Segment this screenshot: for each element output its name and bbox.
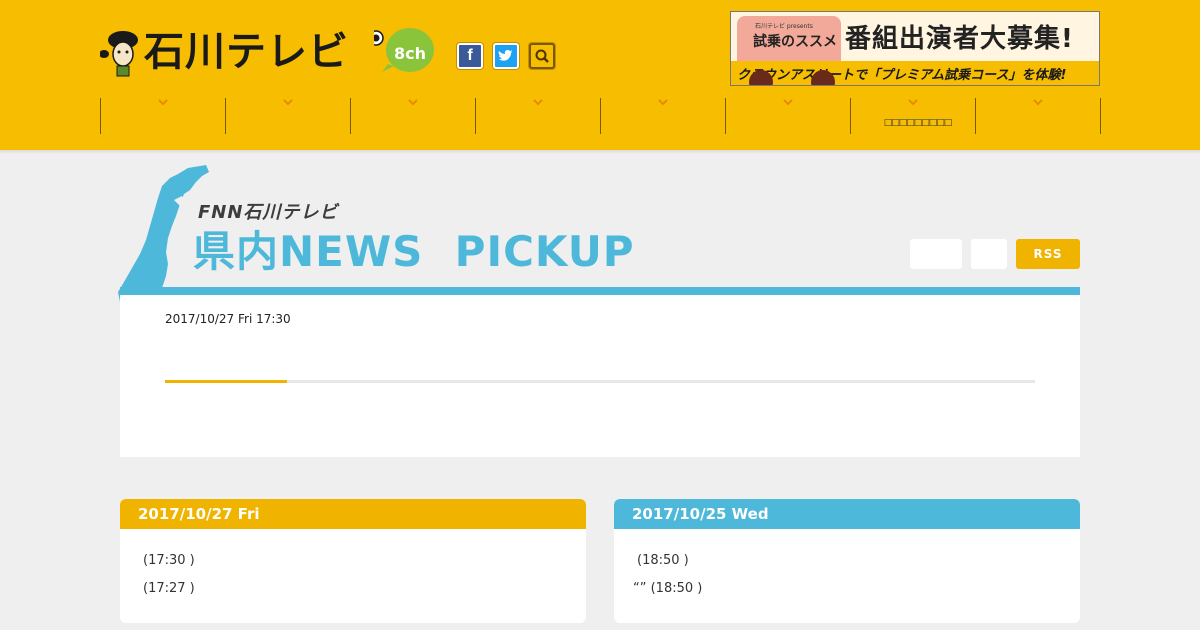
news-datetime: 2017/10/27 Fri 17:30 (165, 312, 291, 326)
nav-item[interactable] (726, 98, 851, 134)
nav-item[interactable] (101, 98, 226, 134)
search-icon (535, 49, 549, 63)
channel-label: 8ch (394, 44, 427, 63)
slider-progress-track (165, 380, 1035, 383)
rss-button[interactable]: RSS (1016, 239, 1080, 269)
fnn-brand: FNN石川テレビ (198, 202, 339, 223)
twitter-button[interactable] (493, 43, 519, 69)
promo-banner[interactable]: 石川テレビ presents 試乗のススメ 番組出演者大募集! クラウンアスリー… (730, 11, 1100, 86)
news-list: (18:50 ) “” (18:50 ) (614, 529, 1080, 608)
banner-program-title: 試乗のススメ (753, 34, 837, 50)
title-button[interactable] (910, 239, 962, 269)
logo-text: 石川テレビ (144, 29, 349, 75)
facebook-button[interactable]: f (457, 43, 483, 69)
banner-headline: 番組出演者大募集! (845, 24, 1074, 54)
day-card: 2017/10/27 Fri (17:30 ) (17:27 ) (120, 499, 586, 623)
mascot-icon (100, 31, 138, 77)
page-title: 県内NEWS PICKUP (193, 227, 635, 276)
news-list-item[interactable]: “” (18:50 ) (633, 580, 1080, 608)
nav-item[interactable] (601, 98, 726, 134)
site-header: 石川テレビ 8ch f 石川テレビ presents 試乗のススメ 番組出演者大… (0, 0, 1200, 150)
twitter-icon (498, 50, 513, 61)
chevron-down-icon (283, 99, 293, 106)
nav-item[interactable]: □□□□□□□□□ (851, 98, 976, 134)
banner-subline: クラウンアスリートで「プレミアム試乗コース」を体験! (737, 68, 1067, 83)
day-card-header: 2017/10/25 Wed (614, 499, 1080, 529)
banner-subline-bar: クラウンアスリートで「プレミアム試乗コース」を体験! (731, 61, 1099, 85)
chevron-down-icon (408, 99, 418, 106)
nav-item[interactable] (351, 98, 476, 134)
nav-label: □□□□□□□□□ (883, 118, 953, 128)
header-shadow (0, 150, 1200, 154)
nav-item[interactable] (226, 98, 351, 134)
day-card: 2017/10/25 Wed (18:50 ) “” (18:50 ) (614, 499, 1080, 623)
nav-item[interactable] (476, 98, 601, 134)
title-button[interactable] (971, 239, 1007, 269)
facebook-icon: f (467, 47, 473, 64)
chevron-down-icon (533, 99, 543, 106)
chevron-down-icon (1033, 99, 1043, 106)
day-card-header: 2017/10/27 Fri (120, 499, 586, 529)
news-list-item[interactable]: (17:27 ) (143, 580, 586, 608)
banner-presents: 石川テレビ presents (755, 23, 813, 30)
slider-progress-fill (165, 380, 287, 383)
nav-item[interactable] (976, 98, 1101, 134)
main-nav: □□□□□□□□□ (100, 98, 1101, 134)
search-button[interactable] (529, 43, 555, 69)
chevron-down-icon (658, 99, 668, 106)
site-logo[interactable]: 石川テレビ 8ch (100, 28, 435, 77)
chevron-down-icon (158, 99, 168, 106)
chevron-down-icon (908, 99, 918, 106)
news-list-item[interactable]: (18:50 ) (637, 552, 1080, 580)
news-list: (17:30 ) (17:27 ) (120, 529, 586, 608)
featured-news-card[interactable]: 2017/10/27 Fri 17:30 (120, 295, 1080, 457)
news-list-item[interactable]: (17:30 ) (143, 552, 586, 580)
chevron-down-icon (783, 99, 793, 106)
title-divider (120, 287, 1080, 295)
